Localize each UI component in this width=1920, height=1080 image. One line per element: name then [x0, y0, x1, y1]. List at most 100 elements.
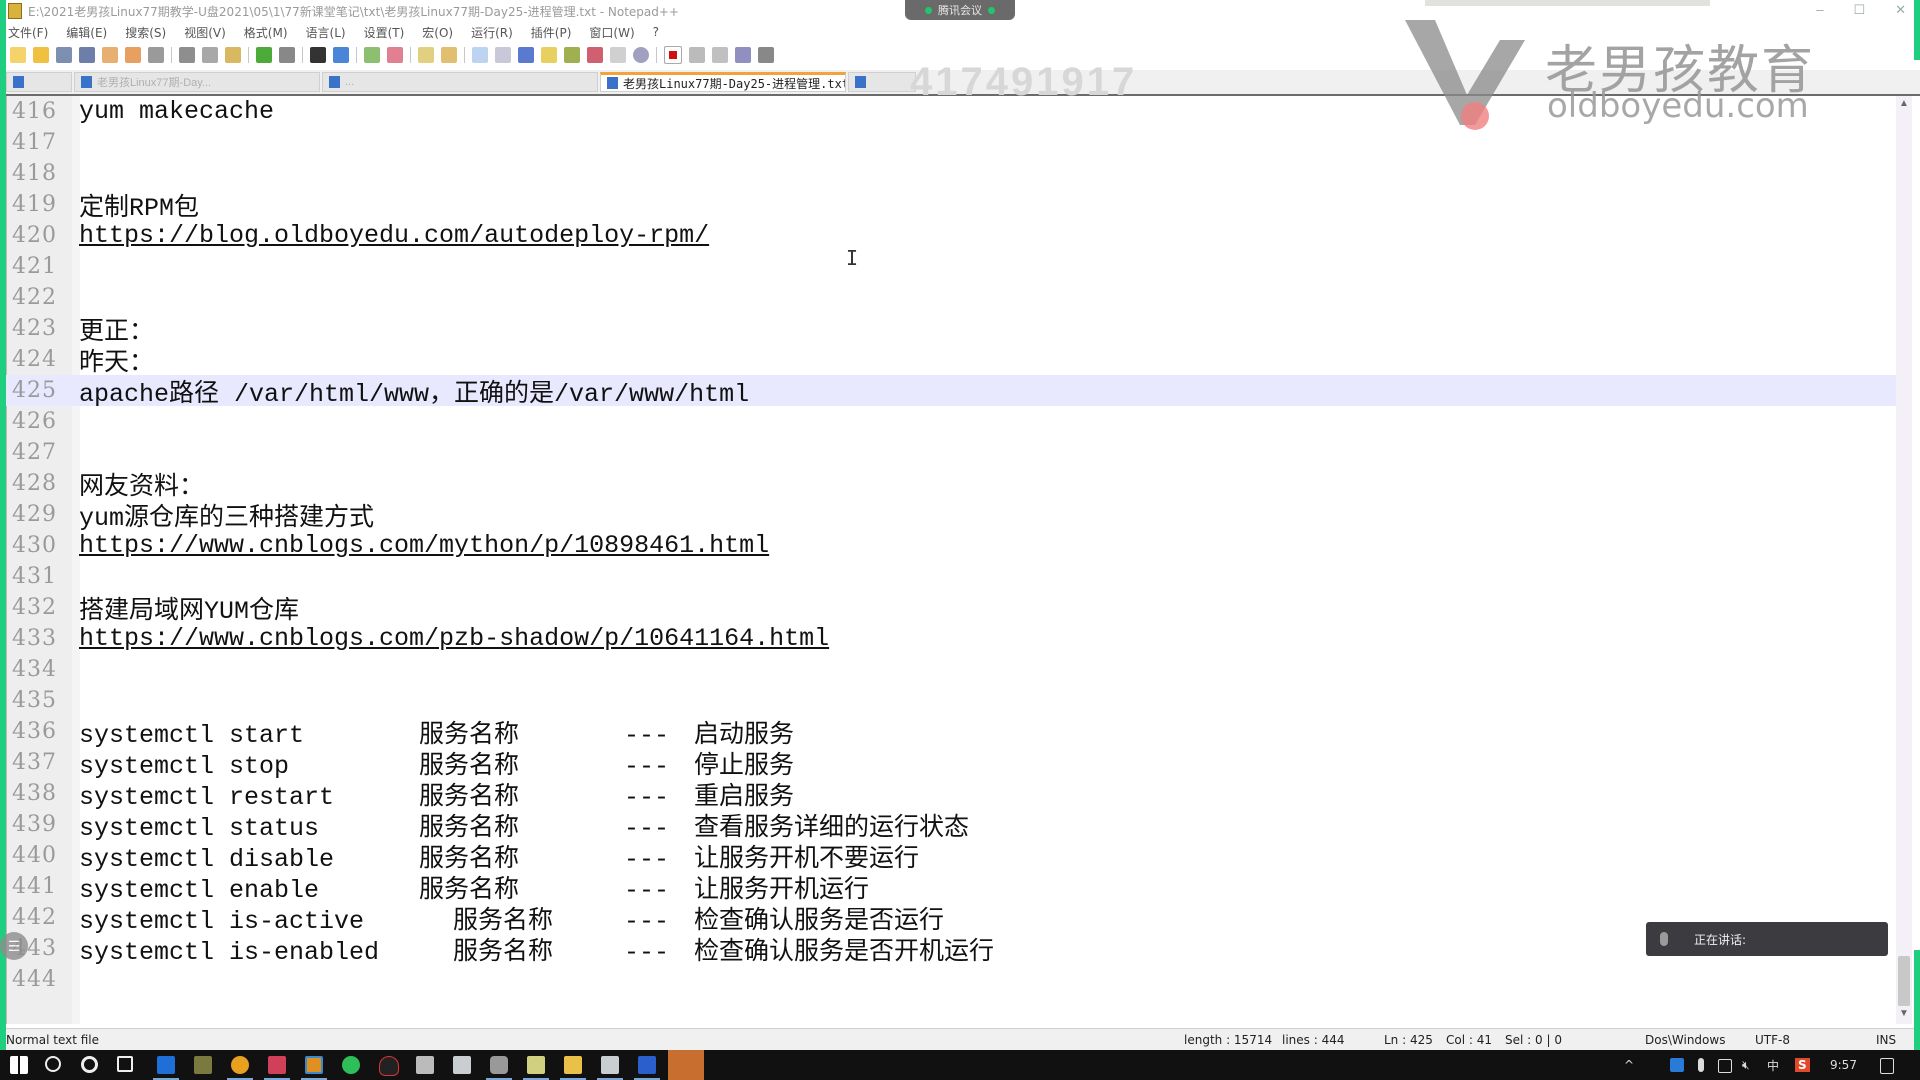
editor-line[interactable]: 427: [6, 437, 1906, 468]
tab-active-process-management[interactable]: 老男孩Linux77期-Day25-进程管理.txt: [600, 72, 846, 92]
editor-line[interactable]: 426: [6, 406, 1906, 437]
editor-line[interactable]: 423 更正：: [6, 313, 1906, 347]
editor-line[interactable]: 421: [6, 251, 1906, 282]
menu-edit[interactable]: 编辑(E): [66, 24, 107, 41]
save-icon[interactable]: [56, 47, 72, 63]
cortana-icon[interactable]: [81, 1056, 98, 1073]
editor-line[interactable]: 417: [6, 127, 1906, 158]
tray-chevron[interactable]: ^: [1624, 1050, 1634, 1080]
editor-line[interactable]: 418: [6, 158, 1906, 189]
menu-run[interactable]: 运行(R): [471, 24, 513, 41]
zoom-out-icon[interactable]: [387, 47, 403, 63]
systemctl-row[interactable]: 440 systemctl disable 服务名称 --- 让服务开机不要运行: [6, 840, 1906, 874]
monitoring-icon[interactable]: [633, 47, 649, 63]
zoom-in-icon[interactable]: [364, 47, 380, 63]
tab-1[interactable]: [6, 72, 72, 92]
editor-line[interactable]: 433 https://www.cnblogs.com/pzb-shadow/p/…: [6, 623, 1906, 654]
editor-line[interactable]: 416 yum makecache: [6, 96, 1906, 127]
editor-line[interactable]: 430 https://www.cnblogs.com/mython/p/1089…: [6, 530, 1906, 561]
menu-file[interactable]: 文件(F): [8, 24, 48, 41]
url-link[interactable]: https://www.cnblogs.com/pzb-shadow/p/106…: [79, 624, 829, 653]
systemctl-row[interactable]: 439 systemctl status 服务名称 --- 查看服务详细的运行状态: [6, 809, 1906, 843]
stop-record-icon[interactable]: [689, 47, 705, 63]
editor-line-current[interactable]: 425 apache路径 /var/html/www，正确的是/var/www/h…: [6, 375, 1906, 409]
menu-format[interactable]: 格式(M): [244, 24, 288, 41]
clock[interactable]: 9:57: [1830, 1050, 1857, 1080]
editor-line[interactable]: 435: [6, 685, 1906, 716]
volume-muted-icon[interactable]: 🔇︎: [1742, 1050, 1750, 1080]
find-icon[interactable]: [310, 47, 326, 63]
network-icon[interactable]: [1718, 1059, 1732, 1073]
taskbar-doc2-icon[interactable]: [601, 1056, 619, 1074]
taskbar-app-blue-icon[interactable]: [157, 1056, 175, 1074]
word-wrap-icon[interactable]: [472, 47, 488, 63]
show-all-chars-icon[interactable]: [495, 47, 511, 63]
menu-settings[interactable]: 设置(T): [364, 24, 405, 41]
menu-macro[interactable]: 宏(O): [422, 24, 453, 41]
replace-icon[interactable]: [333, 47, 349, 63]
editor-line[interactable]: 434: [6, 654, 1906, 685]
floating-menu-icon[interactable]: ☰: [0, 932, 28, 960]
paste-icon[interactable]: [225, 47, 241, 63]
user-defined-lang-icon[interactable]: [541, 47, 557, 63]
insert-mode[interactable]: INS: [1876, 1033, 1896, 1047]
systemctl-row[interactable]: 441 systemctl enable 服务名称 --- 让服务开机运行: [6, 871, 1906, 905]
function-list-icon[interactable]: [587, 47, 603, 63]
scroll-up-icon[interactable]: ▲: [1896, 98, 1912, 112]
menu-view[interactable]: 视图(V): [184, 24, 226, 41]
notepad-icon[interactable]: [527, 1056, 545, 1074]
scroll-down-icon[interactable]: ▼: [1896, 1008, 1912, 1022]
editor-line[interactable]: 422: [6, 282, 1906, 313]
url-link[interactable]: https://blog.oldboyedu.com/autodeploy-rp…: [79, 221, 709, 250]
taskbar-app-frame-icon[interactable]: [305, 1056, 323, 1074]
undo-icon[interactable]: [256, 47, 272, 63]
search-icon[interactable]: [45, 1056, 61, 1072]
file-explorer-icon[interactable]: [564, 1056, 582, 1074]
taskbar-app-figure-icon[interactable]: [194, 1056, 212, 1074]
sync-horizontal-icon[interactable]: [441, 47, 457, 63]
close-file-icon[interactable]: [102, 47, 118, 63]
minimize-button[interactable]: –: [1816, 2, 1823, 18]
editor-line[interactable]: 432 搭建局域网YUM仓库: [6, 592, 1906, 626]
microphone-tray-icon[interactable]: [1698, 1058, 1704, 1072]
open-file-icon[interactable]: [33, 47, 49, 63]
play-macro-icon[interactable]: [712, 47, 728, 63]
url-link[interactable]: https://www.cnblogs.com/mython/p/1089846…: [79, 531, 769, 560]
taskbar-app-red-icon[interactable]: [268, 1056, 286, 1074]
scrollbar-thumb[interactable]: [1898, 956, 1910, 1006]
record-macro-icon[interactable]: [664, 46, 682, 64]
menu-window[interactable]: 窗口(W): [589, 24, 634, 41]
windows-start-icon[interactable]: [10, 1056, 28, 1074]
copy-icon[interactable]: [202, 47, 218, 63]
tab-3[interactable]: ...: [322, 72, 598, 92]
editor[interactable]: 416 yum makecache 417 418 419 定制RPM包 420 ht…: [6, 96, 1906, 1024]
systemctl-row[interactable]: 436 systemctl start 服务名称 --- 启动服务: [6, 716, 1906, 750]
editor-line[interactable]: 431: [6, 561, 1906, 592]
editor-line[interactable]: 444: [6, 964, 1906, 995]
editor-line[interactable]: 424 昨天：: [6, 344, 1906, 378]
systemctl-row[interactable]: 437 systemctl stop 服务名称 --- 停止服务: [6, 747, 1906, 781]
taskbar-app-monitor-icon[interactable]: [416, 1056, 434, 1074]
print-icon[interactable]: [148, 47, 164, 63]
close-button[interactable]: ✕: [1895, 2, 1906, 18]
encoding[interactable]: UTF-8: [1755, 1033, 1790, 1047]
menu-language[interactable]: 语言(L): [306, 24, 346, 41]
tab-2[interactable]: 老男孩Linux77期-Day...: [74, 72, 320, 92]
camera-icon[interactable]: [490, 1056, 508, 1074]
ime-indicator[interactable]: 中: [1767, 1050, 1779, 1080]
editor-line[interactable]: 420 https://blog.oldboyedu.com/autodeploy…: [6, 220, 1906, 251]
close-all-icon[interactable]: [125, 47, 141, 63]
save-macro-icon[interactable]: [758, 47, 774, 63]
eol-format[interactable]: Dos\Windows: [1645, 1033, 1725, 1047]
tray-app-icon[interactable]: [1670, 1058, 1684, 1072]
systemctl-row[interactable]: 443 systemctl is-enabled 服务名称 --- 检查确认服务是否开机…: [6, 933, 1906, 967]
sync-vertical-icon[interactable]: [418, 47, 434, 63]
tab-5[interactable]: [848, 72, 916, 92]
indent-guide-icon[interactable]: [518, 47, 534, 63]
maximize-button[interactable]: ☐: [1853, 2, 1865, 18]
sogou-ime-icon[interactable]: S: [1795, 1050, 1810, 1080]
systemctl-row[interactable]: 442 systemctl is-active 服务名称 --- 检查确认服务是否运行: [6, 902, 1906, 936]
chrome-icon[interactable]: [231, 1056, 249, 1074]
notification-center-icon[interactable]: [1880, 1058, 1894, 1074]
menu-help[interactable]: ?: [653, 25, 659, 39]
